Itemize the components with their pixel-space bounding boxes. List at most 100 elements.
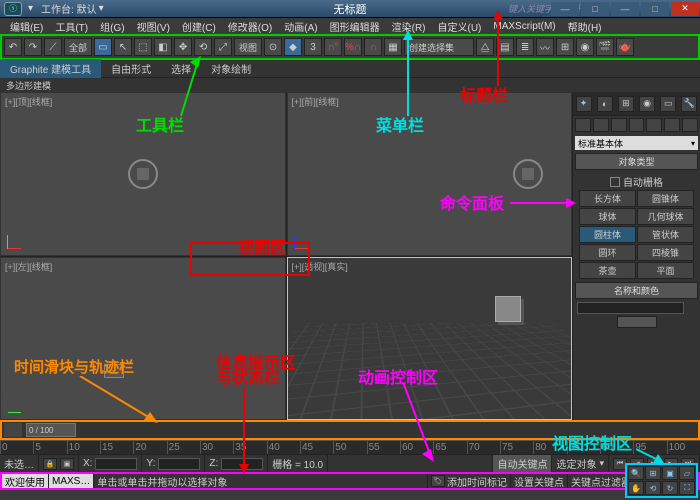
named-sel-dropdown[interactable]: 创建选择集: [404, 38, 474, 56]
ref-coord-dropdown[interactable]: 视图: [234, 38, 262, 56]
menu-anim[interactable]: 动画(A): [278, 19, 323, 34]
menu-graph[interactable]: 图形编辑器: [324, 19, 386, 34]
spinner-snap-button[interactable]: ∩: [364, 38, 382, 56]
iso-icon[interactable]: ▣: [60, 458, 74, 470]
rotate-button[interactable]: ⟲: [194, 38, 212, 56]
menu-modifier[interactable]: 修改器(O): [222, 19, 278, 34]
menu-help[interactable]: 帮助(H): [562, 19, 608, 34]
redo-button[interactable]: ↷: [24, 38, 42, 56]
ribbon-tab-freeform[interactable]: 自由形式: [101, 59, 161, 78]
prim-torus[interactable]: 圆环: [579, 244, 636, 261]
mirror-button[interactable]: ⧋: [476, 38, 494, 56]
timeline-ruler[interactable]: 0510152025303540455055606570758085909510…: [0, 440, 700, 454]
color-swatch[interactable]: [617, 316, 657, 328]
tab-hierarchy-icon[interactable]: ⊞: [618, 96, 634, 112]
render-setup-button[interactable]: 🎬: [596, 38, 614, 56]
viewport-left[interactable]: [+][左][线框]: [0, 257, 286, 421]
y-input[interactable]: [158, 458, 200, 470]
prim-teapot[interactable]: 茶壶: [579, 262, 636, 279]
shape-icon[interactable]: [593, 118, 609, 132]
undo-button[interactable]: ↶: [4, 38, 22, 56]
menu-group[interactable]: 组(G): [94, 19, 130, 34]
add-time-tag[interactable]: 添加时间标记: [447, 474, 507, 489]
viewport-top-label[interactable]: [+][顶][线框]: [5, 95, 52, 108]
app-minimize-button[interactable]: —: [551, 2, 579, 16]
prim-box[interactable]: 长方体: [579, 190, 636, 207]
select-button[interactable]: ▭: [94, 38, 112, 56]
autogrid-checkbox[interactable]: 自动栅格: [577, 173, 696, 190]
tab-display-icon[interactable]: ▭: [660, 96, 676, 112]
mat-ed-button[interactable]: ◉: [576, 38, 594, 56]
prim-cone[interactable]: 圆锥体: [637, 190, 694, 207]
menu-custom[interactable]: 自定义(U): [432, 19, 488, 34]
snap-toggle[interactable]: 3: [304, 38, 322, 56]
pivot-button[interactable]: ⊙: [264, 38, 282, 56]
align-button[interactable]: ▤: [496, 38, 514, 56]
rollout-namecolor[interactable]: 名称和颜色: [575, 282, 698, 299]
viewcube-icon[interactable]: [513, 159, 543, 189]
tab-util-icon[interactable]: 🔧: [681, 96, 697, 112]
menu-render[interactable]: 渲染(R): [386, 19, 432, 34]
viewport-top[interactable]: [+][顶][线框]: [0, 92, 286, 256]
curve-ed-button[interactable]: 〰: [536, 38, 554, 56]
menu-create[interactable]: 创建(C): [176, 19, 222, 34]
min-icon[interactable]: ▾: [26, 3, 35, 14]
space-icon[interactable]: [664, 118, 680, 132]
obj-name-input[interactable]: [577, 302, 684, 314]
orbit-button[interactable]: ⟲: [645, 481, 661, 495]
menu-maxscript[interactable]: MAXScript(M): [487, 21, 561, 32]
max-toggle-button[interactable]: ⛶: [679, 481, 695, 495]
fov-button[interactable]: ▱: [679, 466, 695, 480]
light-icon[interactable]: [611, 118, 627, 132]
menu-edit[interactable]: 编辑(E): [4, 19, 49, 34]
window-cross-button[interactable]: ◧: [154, 38, 172, 56]
roll-button[interactable]: ↻: [662, 481, 678, 495]
manip-button[interactable]: ◆: [284, 38, 302, 56]
viewport-front-label[interactable]: [+][前][线框]: [292, 95, 339, 108]
viewport-left-label[interactable]: [+][左][线框]: [5, 260, 52, 273]
time-slider[interactable]: 0 / 100: [26, 423, 76, 437]
workspace-label[interactable]: 工作台: 默认: [41, 1, 97, 16]
maximize-button[interactable]: □: [641, 2, 669, 16]
viewport-perspective[interactable]: [+][透视][真实]: [287, 257, 573, 421]
ribbon-tab-select[interactable]: 选择: [161, 59, 201, 78]
tab-motion-icon[interactable]: ◉: [639, 96, 655, 112]
layer-button[interactable]: ≣: [516, 38, 534, 56]
helper-icon[interactable]: [646, 118, 662, 132]
schematic-button[interactable]: ⊞: [556, 38, 574, 56]
x-input[interactable]: [95, 458, 137, 470]
viewport-front[interactable]: [+][前][线框]: [287, 92, 573, 256]
maxscript-label[interactable]: MAXS…: [52, 476, 90, 487]
angle-snap-button[interactable]: ∩°: [324, 38, 342, 56]
workspace-dropdown-icon[interactable]: ▾: [97, 3, 106, 14]
setkey-button[interactable]: 设置关键点: [514, 474, 564, 489]
ribbon-sub[interactable]: 多边形建模: [0, 78, 700, 92]
pct-snap-button[interactable]: %∩: [344, 38, 362, 56]
menu-view[interactable]: 视图(V): [131, 19, 176, 34]
ribbon-tab-graphite[interactable]: Graphite 建模工具: [0, 59, 101, 78]
zoom-all-button[interactable]: ⊞: [645, 466, 661, 480]
prim-category-dropdown[interactable]: 标准基本体: [575, 136, 698, 150]
prim-pyramid[interactable]: 四棱锥: [637, 244, 694, 261]
minimize-button[interactable]: —: [611, 2, 639, 16]
render-button[interactable]: 🫖: [616, 38, 634, 56]
selobj-dropdown[interactable]: 选定对象: [556, 456, 596, 471]
tab-modify-icon[interactable]: ◐: [597, 96, 613, 112]
pan-button[interactable]: ✋: [628, 481, 644, 495]
time-slider-bar[interactable]: 0 / 100: [0, 420, 700, 440]
ribbon-tab-paint[interactable]: 对象绘制: [201, 59, 261, 78]
track-toggle-icon[interactable]: [4, 423, 22, 437]
link-button[interactable]: ⟋: [44, 38, 62, 56]
lock-icon[interactable]: 🔒: [43, 458, 57, 470]
z-input[interactable]: [221, 458, 263, 470]
named-sel-button[interactable]: ▦: [384, 38, 402, 56]
zoom-ext-button[interactable]: ▣: [662, 466, 678, 480]
autokey-button[interactable]: 自动关键点: [497, 456, 547, 471]
close-button[interactable]: ✕: [671, 2, 699, 16]
prim-plane[interactable]: 平面: [637, 262, 694, 279]
tab-create-icon[interactable]: ✦: [576, 96, 592, 112]
system-icon[interactable]: [682, 118, 698, 132]
viewcube-icon[interactable]: [128, 159, 158, 189]
zoom-button[interactable]: 🔍: [628, 466, 644, 480]
move-button[interactable]: ✥: [174, 38, 192, 56]
